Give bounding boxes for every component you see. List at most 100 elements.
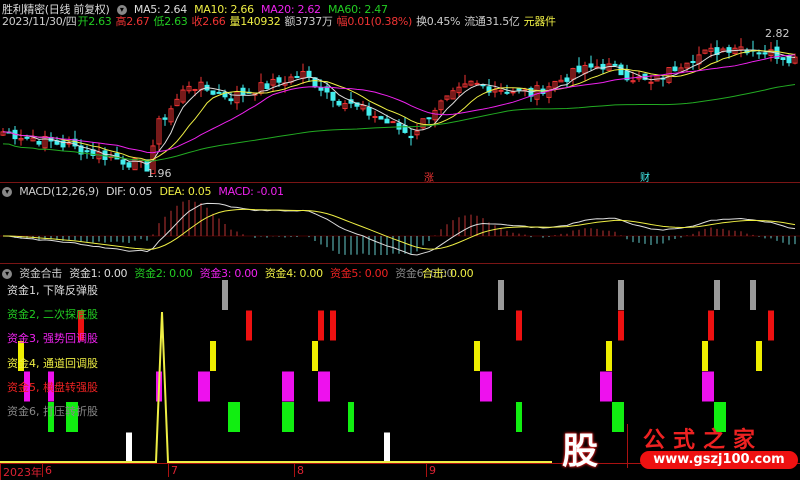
date-label: 8 bbox=[294, 464, 304, 477]
fund-signal-bar bbox=[282, 371, 288, 402]
macd-title[interactable]: MACD(12,26,9) bbox=[19, 185, 99, 198]
candle-body bbox=[780, 57, 786, 60]
fund-signal-bar bbox=[606, 341, 612, 371]
candle-body bbox=[216, 91, 222, 94]
fund-signal-bar bbox=[222, 280, 228, 310]
fund-signal-bar bbox=[756, 341, 762, 371]
fund-signal-bar bbox=[600, 371, 606, 402]
candle-body bbox=[426, 117, 432, 120]
candle-body bbox=[372, 116, 378, 119]
dropdown-icon[interactable]: ▾ bbox=[2, 269, 12, 279]
fund-signal-bar bbox=[318, 371, 324, 402]
fund-signal-bar bbox=[198, 371, 204, 402]
fund-signal-bar bbox=[750, 280, 756, 310]
fund-legend-4: 资金4, 通道回调股 bbox=[7, 357, 98, 370]
high-price-marker: 2.82 bbox=[765, 27, 790, 40]
fund-signal-bar bbox=[480, 371, 486, 402]
fund-signal-bar bbox=[318, 310, 324, 341]
fund-signal-bar bbox=[210, 341, 216, 371]
candle-body bbox=[504, 91, 510, 94]
logo-divider bbox=[627, 424, 628, 468]
candle-body bbox=[378, 116, 384, 120]
dropdown-icon[interactable]: ▾ bbox=[2, 187, 12, 197]
divider bbox=[0, 263, 800, 264]
fund-signal-bar bbox=[714, 280, 720, 310]
fund-signal-bar bbox=[234, 402, 240, 432]
date-label: 6 bbox=[42, 464, 52, 477]
candle-body bbox=[330, 91, 336, 101]
candle-body bbox=[336, 100, 342, 106]
fund-signal-bar bbox=[384, 432, 390, 463]
fund-legend-1: 资金1, 下降反弹股 bbox=[7, 284, 98, 297]
candle-body bbox=[84, 150, 90, 153]
fund-legend-6: 资金6, 打压转折股 bbox=[7, 405, 98, 418]
fund-signal-bar bbox=[708, 310, 714, 341]
macd-header: ▾ MACD(12,26,9) DIF: 0.05 DEA: 0.05 MACD… bbox=[2, 185, 288, 198]
candle-body bbox=[276, 77, 282, 83]
fund-signal-bar bbox=[486, 371, 492, 402]
fund-signal-bar bbox=[204, 371, 210, 402]
candle-body bbox=[588, 63, 594, 68]
fund4-value: 资金4: 0.00 bbox=[264, 267, 323, 280]
candle-body bbox=[390, 121, 396, 124]
fund2-value: 资金2: 0.00 bbox=[134, 267, 193, 280]
candle-body bbox=[612, 63, 618, 66]
candle-body bbox=[192, 88, 198, 91]
fund-signal-bar bbox=[246, 310, 252, 341]
candle-body bbox=[312, 77, 318, 88]
candle-body bbox=[384, 118, 390, 124]
candle-body bbox=[24, 136, 30, 139]
macd-value: MACD: -0.01 bbox=[218, 185, 284, 198]
candle-body bbox=[576, 65, 582, 73]
fund-legend-3: 资金3, 强势回调股 bbox=[7, 332, 98, 345]
fund-signal-bar bbox=[702, 371, 708, 402]
fund-signal-bar bbox=[126, 432, 132, 463]
fund-signal-bar bbox=[288, 371, 294, 402]
candle-body bbox=[474, 82, 480, 85]
watermark-logo: 股 公式之家 www.gszj100.com bbox=[560, 422, 800, 472]
candle-body bbox=[408, 135, 414, 139]
fund-signal-bar bbox=[324, 371, 330, 402]
candle-body bbox=[264, 83, 270, 89]
fund5-value: 资金5: 0.00 bbox=[330, 267, 389, 280]
fund-signal-bar bbox=[474, 341, 480, 371]
candle-body bbox=[564, 77, 570, 82]
candle-body bbox=[126, 162, 132, 168]
fund-signal-bar bbox=[228, 402, 234, 432]
total-value: 合击: 0.00 bbox=[422, 267, 474, 280]
candle-body bbox=[36, 141, 42, 145]
fund-signal-bar bbox=[618, 280, 624, 310]
dif-value: DIF: 0.05 bbox=[106, 185, 153, 198]
fund-legend-2: 资金2, 二次探底股 bbox=[7, 308, 98, 321]
fund-signal-bar bbox=[516, 402, 522, 432]
logo-url: www.gszj100.com bbox=[640, 451, 798, 469]
candle-body bbox=[294, 76, 300, 79]
candle-body bbox=[516, 88, 522, 91]
date-label: 9 bbox=[426, 464, 436, 477]
candle-body bbox=[318, 87, 324, 91]
candle-body bbox=[510, 91, 516, 94]
candle-body bbox=[498, 89, 504, 92]
fund-title[interactable]: 资金合击 bbox=[19, 267, 62, 280]
fund3-value: 资金3: 0.00 bbox=[199, 267, 258, 280]
fund-signal-bar bbox=[330, 310, 336, 341]
fund-signal-bar bbox=[348, 402, 354, 432]
dea-value: DEA: 0.05 bbox=[159, 185, 212, 198]
candle-body bbox=[120, 159, 126, 165]
candle-body bbox=[690, 61, 696, 64]
chart-canvas[interactable]: 2.821.96 涨财 bbox=[0, 0, 800, 477]
fund-signal-bar bbox=[282, 402, 288, 432]
candle-body bbox=[726, 47, 732, 53]
date-label: 2023年 bbox=[0, 464, 42, 480]
logo-mark: 股 bbox=[562, 431, 599, 472]
date-label: 7 bbox=[168, 464, 178, 477]
candle-body bbox=[162, 117, 168, 120]
fund-signal-bar bbox=[606, 371, 612, 402]
candle-body bbox=[762, 52, 768, 55]
fund-signal-bar bbox=[708, 371, 714, 402]
fund-signal-bar bbox=[618, 310, 624, 341]
divider bbox=[0, 182, 800, 183]
candle-body bbox=[366, 107, 372, 116]
logo-name: 公式之家 bbox=[643, 427, 764, 453]
fund-signal-bar bbox=[498, 280, 504, 310]
